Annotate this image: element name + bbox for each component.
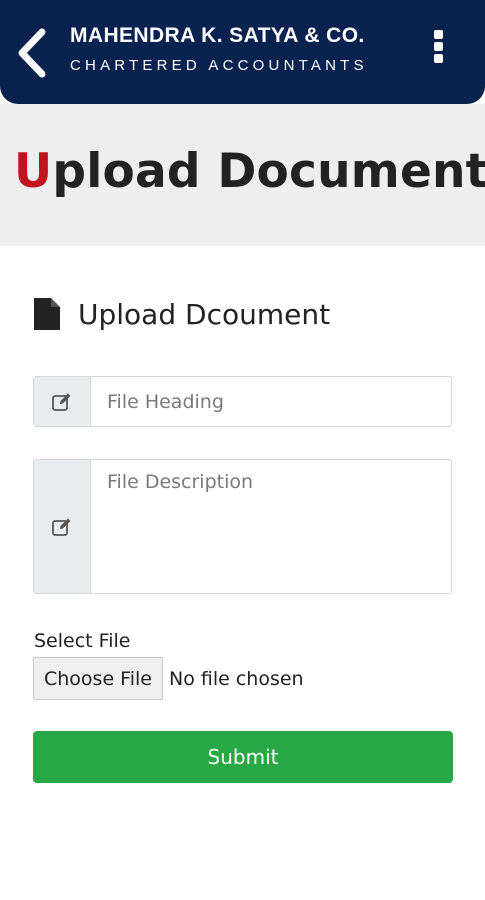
- form-section-title: Upload Dcoument: [78, 297, 331, 331]
- file-heading-addon: [34, 377, 91, 426]
- choose-file-button[interactable]: Choose File: [33, 657, 163, 700]
- file-description-textarea[interactable]: [91, 460, 451, 593]
- file-heading-group: [33, 376, 452, 427]
- select-file-label: Select File: [34, 630, 131, 652]
- file-description-addon: [34, 460, 91, 593]
- back-button[interactable]: [12, 28, 52, 78]
- file-heading-input[interactable]: [91, 377, 451, 426]
- file-picker: Choose File No file chosen: [33, 657, 304, 700]
- submit-button[interactable]: Submit: [33, 731, 453, 783]
- overflow-menu-button[interactable]: [426, 30, 450, 70]
- edit-icon: [52, 393, 71, 411]
- chevron-left-icon: [18, 28, 46, 78]
- page-title-rest: pload Document: [52, 144, 485, 199]
- vertical-dots-icon: [433, 54, 443, 63]
- file-status-text: No file chosen: [168, 667, 304, 690]
- page-banner: Upload Document: [0, 104, 485, 246]
- page-title: Upload Document: [14, 144, 485, 199]
- brand-name: MAHENDRA K. SATYA & CO.: [70, 24, 365, 47]
- edit-icon: [52, 518, 71, 536]
- form-section-header: Upload Dcoument: [34, 296, 330, 332]
- file-icon: [34, 298, 60, 330]
- file-description-group: [33, 459, 452, 594]
- app-header: MAHENDRA K. SATYA & CO. CHARTERED ACCOUN…: [0, 0, 485, 104]
- vertical-dots-icon: [433, 42, 443, 51]
- page-title-first-letter: U: [14, 144, 53, 199]
- vertical-dots-icon: [433, 30, 443, 39]
- brand-tagline: CHARTERED ACCOUNTANTS: [70, 57, 368, 74]
